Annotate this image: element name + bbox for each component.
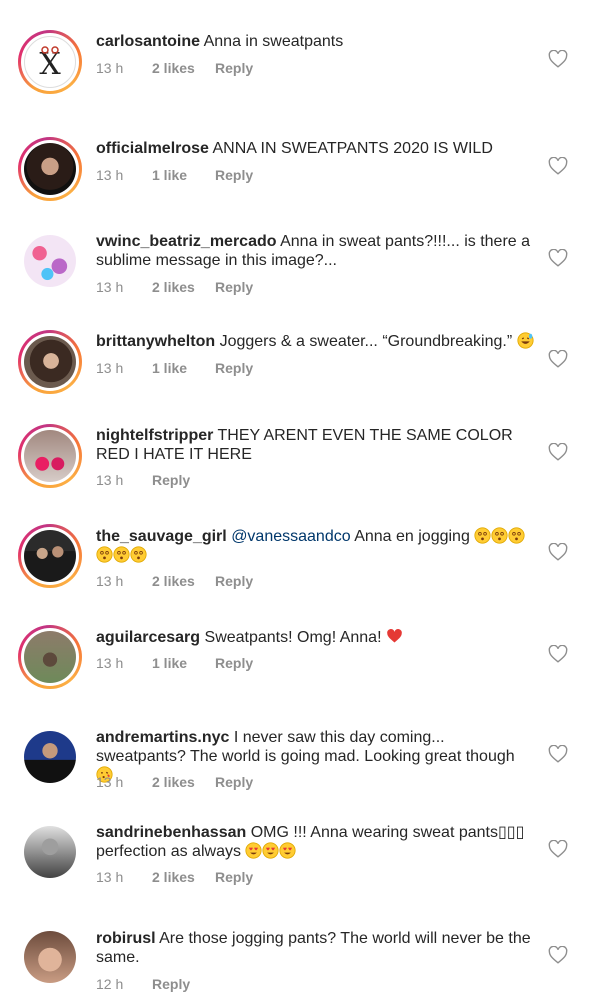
dizzy-face-emoji bbox=[474, 527, 491, 544]
scissors-icon: X bbox=[39, 46, 61, 80]
comment-username[interactable]: officialmelrose bbox=[96, 140, 209, 157]
comment-username[interactable]: brittanywhelton bbox=[96, 333, 215, 350]
dizzy-face-emoji bbox=[96, 546, 113, 563]
heart-eyes-emoji bbox=[245, 842, 262, 859]
comment-likes[interactable]: 1 like bbox=[152, 655, 215, 671]
comment-text: Joggers & a sweater... “Groundbreaking.” bbox=[219, 333, 513, 350]
comment-likes[interactable]: 2 likes bbox=[152, 573, 215, 589]
avatar[interactable] bbox=[18, 524, 82, 588]
comment-time: 13 h bbox=[96, 573, 124, 589]
comment-username[interactable]: sandrinebenhassan bbox=[96, 824, 246, 841]
avatar[interactable] bbox=[18, 820, 82, 884]
avatar[interactable] bbox=[18, 229, 82, 293]
comment-likes[interactable]: 2 likes bbox=[152, 279, 215, 295]
reply-button[interactable]: Reply bbox=[215, 774, 253, 790]
comment-text: Anna in sweatpants bbox=[203, 33, 344, 50]
comment-time: 13 h bbox=[96, 472, 124, 488]
comment-time: 12 h bbox=[96, 976, 124, 992]
comment-time: 13 h bbox=[96, 60, 124, 76]
heart-outline-icon[interactable] bbox=[548, 745, 568, 763]
pink-party-avatar bbox=[24, 430, 76, 482]
heart-outline-icon[interactable] bbox=[548, 946, 568, 964]
grinning-sweat-emoji bbox=[517, 332, 534, 349]
comment-likes[interactable]: 2 likes bbox=[152, 869, 215, 885]
comment-text: Anna en jogging bbox=[354, 528, 470, 545]
heart-outline-icon[interactable] bbox=[548, 645, 568, 663]
reply-button[interactable]: Reply bbox=[215, 655, 253, 671]
heart-outline-icon[interactable] bbox=[548, 50, 568, 68]
comment-mention[interactable]: @vanessaandco bbox=[231, 528, 350, 545]
comment-text: Are those jogging pants? The world will … bbox=[96, 930, 531, 966]
comment-username[interactable]: carlosantoine bbox=[96, 33, 200, 50]
comment-likes[interactable]: 1 like bbox=[152, 360, 215, 376]
reply-button[interactable]: Reply bbox=[215, 869, 253, 885]
heart-eyes-emoji bbox=[262, 842, 279, 859]
scissors-logo-avatar: X bbox=[24, 36, 76, 88]
comment-time: 13 h bbox=[96, 360, 124, 376]
reply-button[interactable]: Reply bbox=[152, 472, 190, 488]
reply-button[interactable]: Reply bbox=[215, 279, 253, 295]
couple-avatar bbox=[24, 530, 76, 582]
heart-outline-icon[interactable] bbox=[548, 543, 568, 561]
man-outdoors-avatar bbox=[24, 631, 76, 683]
reply-button[interactable]: Reply bbox=[215, 60, 253, 76]
reply-button[interactable]: Reply bbox=[152, 976, 190, 992]
comment-likes[interactable]: 2 likes bbox=[152, 774, 215, 790]
comment-username[interactable]: aguilarcesarg bbox=[96, 629, 200, 646]
heart-eyes-emoji bbox=[279, 842, 296, 859]
heart-outline-icon[interactable] bbox=[548, 249, 568, 267]
comment-time: 13 h bbox=[96, 167, 124, 183]
heart-outline-icon[interactable] bbox=[548, 157, 568, 175]
comment-username[interactable]: robirusl bbox=[96, 930, 156, 947]
dizzy-face-emoji bbox=[491, 527, 508, 544]
avatar[interactable] bbox=[18, 925, 82, 989]
comment-likes[interactable]: 1 like bbox=[152, 167, 215, 183]
comment-text: ANNA IN SWEATPANTS 2020 IS WILD bbox=[212, 140, 493, 157]
avatar[interactable] bbox=[18, 625, 82, 689]
woman-selfie-avatar bbox=[24, 336, 76, 388]
comment-likes[interactable]: 2 likes bbox=[152, 60, 215, 76]
red-heart-emoji bbox=[387, 628, 402, 643]
comment-time: 13 h bbox=[96, 774, 124, 790]
bw-portrait-avatar bbox=[24, 826, 76, 878]
avatar[interactable] bbox=[18, 725, 82, 789]
man-suit-avatar bbox=[24, 731, 76, 783]
heart-outline-icon[interactable] bbox=[548, 840, 568, 858]
heart-outline-icon[interactable] bbox=[548, 350, 568, 368]
comment-username[interactable]: nightelfstripper bbox=[96, 427, 213, 444]
comment-username[interactable]: andremartins.nyc bbox=[96, 729, 229, 746]
avatar[interactable]: X bbox=[18, 30, 82, 94]
comment-username[interactable]: the_sauvage_girl bbox=[96, 528, 227, 545]
dizzy-face-emoji bbox=[508, 527, 525, 544]
reply-button[interactable]: Reply bbox=[215, 360, 253, 376]
comment-time: 13 h bbox=[96, 279, 124, 295]
heart-outline-icon[interactable] bbox=[548, 443, 568, 461]
comment-text: Sweatpants! Omg! Anna! bbox=[204, 629, 382, 646]
comment-username[interactable]: vwinc_beatriz_mercado bbox=[96, 233, 277, 250]
woman-dark-hair-avatar bbox=[24, 143, 76, 195]
dizzy-face-emoji bbox=[113, 546, 130, 563]
comment-time: 13 h bbox=[96, 655, 124, 671]
woman-face-avatar bbox=[24, 931, 76, 983]
reply-button[interactable]: Reply bbox=[215, 167, 253, 183]
reply-button[interactable]: Reply bbox=[215, 573, 253, 589]
avatar[interactable] bbox=[18, 137, 82, 201]
comment-time: 13 h bbox=[96, 869, 124, 885]
emoji-group bbox=[245, 842, 296, 860]
avatar[interactable] bbox=[18, 330, 82, 394]
flowers-avatar bbox=[24, 235, 76, 287]
avatar[interactable] bbox=[18, 424, 82, 488]
dizzy-face-emoji bbox=[130, 546, 147, 563]
